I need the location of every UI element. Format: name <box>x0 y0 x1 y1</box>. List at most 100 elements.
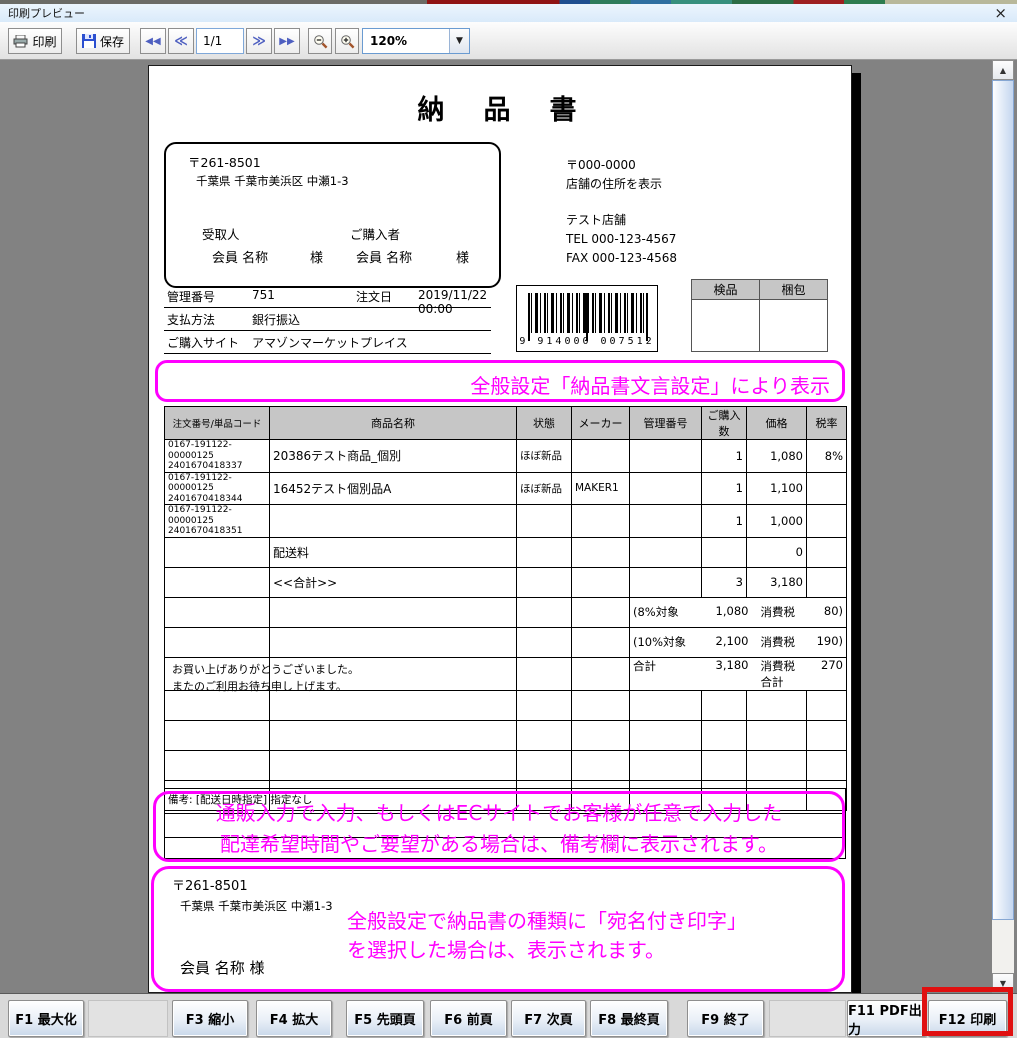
zoom-out-icon <box>313 34 328 49</box>
prev-page-icon: ≪ <box>174 34 188 49</box>
prev-page-button[interactable]: ≪ <box>168 28 194 54</box>
f7-next-page-button[interactable]: F7 次頁 <box>511 1000 586 1037</box>
remarks-annotation-line1: 通販入力で入力、もしくはECサイトでお客様が任意で入力した <box>156 797 842 826</box>
document-page: 納 品 書 〒261-8501 千葉県 千葉市美浜区 中瀬1-3 受取人 ご購入… <box>148 65 852 993</box>
page-shadow <box>852 73 861 993</box>
chevron-down-icon[interactable]: ▼ <box>449 29 469 53</box>
f11-pdf-output-button[interactable]: F11 PDF出力 <box>847 1000 926 1037</box>
last-page-button[interactable]: ▶▶ <box>274 28 300 54</box>
f2-blank-slot <box>88 1000 168 1037</box>
floppy-disk-icon <box>82 34 96 48</box>
shop-tel: TEL 000-123-4567 <box>566 230 677 249</box>
receiver-label: 受取人 <box>202 224 240 243</box>
f5-first-page-button[interactable]: F5 先頭頁 <box>346 1000 424 1037</box>
payment-value: 銀行振込 <box>252 311 300 328</box>
next-page-button[interactable]: ≫ <box>246 28 272 54</box>
save-button-label: 保存 <box>100 33 124 50</box>
function-key-bar: F1 最大化 F3 縮小 F4 拡大 F5 先頭頁 F6 前頁 F7 次頁 F8… <box>0 993 1017 1038</box>
shop-address-note: 店舗の住所を表示 <box>566 175 677 194</box>
f1-maximize-button[interactable]: F1 最大化 <box>8 1000 84 1037</box>
address-block-address: 千葉県 千葉市美浜区 中瀬1-3 <box>180 898 333 914</box>
empty-row <box>165 750 847 780</box>
packing-header: 梱包 <box>760 280 828 300</box>
next-page-icon: ≫ <box>252 34 266 49</box>
zoom-level-combobox[interactable]: 120% ▼ <box>362 28 470 54</box>
recipient-address: 千葉県 千葉市美浜区 中瀬1-3 <box>196 173 349 189</box>
address-annotation-box: 〒261-8501 千葉県 千葉市美浜区 中瀬1-3 会員 名称 様 全般設定で… <box>151 866 845 992</box>
printer-icon <box>13 35 28 48</box>
mgmt-label: 管理番号 <box>167 288 215 305</box>
save-button[interactable]: 保存 <box>76 28 130 54</box>
col-quantity: ご購入数 <box>702 407 747 440</box>
print-button-label: 印刷 <box>32 33 56 50</box>
items-table-header-row: 注文番号/単品コード 商品名称 状態 メーカー 管理番号 ご購入数 価格 税率 <box>165 407 847 440</box>
f12-print-button[interactable]: F12 印刷 <box>928 1000 1007 1037</box>
f10-blank-slot <box>769 1000 846 1037</box>
preview-area: 納 品 書 〒261-8501 千葉県 千葉市美浜区 中瀬1-3 受取人 ご購入… <box>0 60 1017 993</box>
zoom-in-icon <box>340 34 355 49</box>
remarks-annotation-box: 通販入力で入力、もしくはECサイトでお客様が任意で入力した 配達希望時間やご要望… <box>153 791 845 862</box>
scrollbar-thumb[interactable] <box>992 80 1014 920</box>
empty-row <box>165 720 847 750</box>
inspection-packing-table: 検品 梱包 <box>691 279 828 352</box>
tax-summary-row: 合計3,180消費税合計270 <box>165 657 847 690</box>
scroll-down-icon: ▼ <box>1000 979 1006 988</box>
print-preview-window: 印刷プレビュー × 印刷 保存 ◀◀ ≪ 1/1 ≫ ▶▶ <box>0 0 1017 1038</box>
title-bar: 印刷プレビュー × <box>0 4 1017 22</box>
barcode-bars <box>528 293 648 333</box>
shop-name: テスト店舗 <box>566 211 677 230</box>
f3-shrink-button[interactable]: F3 縮小 <box>172 1000 248 1037</box>
item-row: <<合計>>33,180 <box>165 567 847 597</box>
shop-info: 〒000-0000 店舗の住所を表示 テスト店舗 TEL 000-123-456… <box>566 156 677 268</box>
page-number-field[interactable]: 1/1 <box>196 28 244 54</box>
purchase-site-value: アマゾンマーケットプレイス <box>252 334 408 351</box>
toolbar: 印刷 保存 ◀◀ ≪ 1/1 ≫ ▶▶ 120% ▼ <box>0 22 1017 60</box>
zoom-out-button[interactable] <box>308 28 332 54</box>
recipient-postal: 〒261-8501 <box>188 152 261 171</box>
purchase-site-label: ご購入サイト <box>167 334 239 351</box>
item-row: 0167-191122-00000125240167041833720386テス… <box>165 440 847 473</box>
buyer-suffix: 様 <box>456 247 469 266</box>
payment-label: 支払方法 <box>167 311 215 328</box>
address-block-postal: 〒261-8501 <box>172 875 248 894</box>
col-price: 価格 <box>747 407 807 440</box>
print-button[interactable]: 印刷 <box>8 28 62 54</box>
f8-last-page-button[interactable]: F8 最終頁 <box>590 1000 668 1037</box>
barcode: 9 914000 007512 <box>516 285 658 352</box>
window-title: 印刷プレビュー <box>8 5 85 21</box>
buyer-label: ご購入者 <box>350 224 400 243</box>
packing-cell <box>760 300 828 352</box>
f9-exit-button[interactable]: F9 終了 <box>687 1000 764 1037</box>
order-row-1: 管理番号 751 注文日 2019/11/22 00:00 <box>164 285 491 308</box>
buyer-name: 会員 名称 <box>356 247 412 266</box>
f4-enlarge-button[interactable]: F4 拡大 <box>256 1000 332 1037</box>
shop-fax: FAX 000-123-4568 <box>566 249 677 268</box>
inspection-header: 検品 <box>692 280 760 300</box>
receiver-suffix: 様 <box>310 247 323 266</box>
vertical-scrollbar[interactable]: ▲ ▼ <box>992 60 1014 993</box>
col-mgmt-number: 管理番号 <box>630 407 702 440</box>
scroll-down-button[interactable]: ▼ <box>992 973 1014 993</box>
zoom-level-value: 120% <box>363 34 449 48</box>
greeting-annotation-text: 全般設定「納品書文言設定」により表示 <box>470 370 830 399</box>
address-annotation-line1: 全般設定で納品書の種類に「宛名付き印字」 <box>347 905 747 934</box>
scroll-up-button[interactable]: ▲ <box>992 60 1014 80</box>
first-page-button[interactable]: ◀◀ <box>140 28 166 54</box>
tax-summary-row: (8%対象1,080消費税80) <box>165 597 847 627</box>
zoom-in-button[interactable] <box>335 28 359 54</box>
col-condition: 状態 <box>517 407 572 440</box>
greeting-annotation-box: お買い上げありがとうございました。 またのご利用お待ち申し上げます。 全般設定「… <box>155 360 845 402</box>
barcode-digits: 9 914000 007512 <box>517 336 657 347</box>
close-icon[interactable]: × <box>994 4 1007 22</box>
order-row-3: ご購入サイト アマゾンマーケットプレイス <box>164 331 491 354</box>
recipient-box: 〒261-8501 千葉県 千葉市美浜区 中瀬1-3 受取人 ご購入者 会員 名… <box>164 142 501 288</box>
empty-row <box>165 690 847 720</box>
mgmt-value: 751 <box>252 288 275 302</box>
col-maker: メーカー <box>572 407 630 440</box>
f6-prev-page-button[interactable]: F6 前頁 <box>430 1000 507 1037</box>
document-title: 納 品 書 <box>149 88 851 127</box>
item-row: 配送料0 <box>165 537 847 567</box>
order-row-2: 支払方法 銀行振込 <box>164 308 491 331</box>
scroll-up-icon: ▲ <box>1000 66 1006 75</box>
first-page-icon: ◀◀ <box>145 36 160 47</box>
